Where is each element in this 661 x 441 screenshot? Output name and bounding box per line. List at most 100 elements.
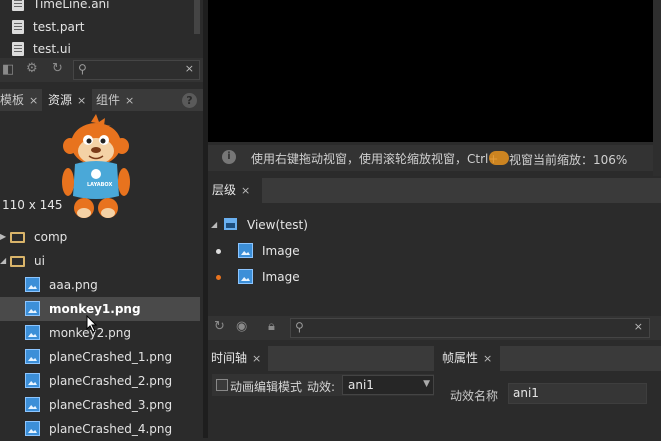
effect-name-label: 动效名称 [450,389,499,403]
image-node-icon [238,269,253,284]
image-file-icon [25,325,40,340]
image-size-label: 110 x 145 [2,198,63,212]
list-item[interactable]: aaa.png [0,273,200,297]
scrollbar[interactable] [194,0,200,34]
asset-tree: ▶ comp ◢ ui aaa.png monkey1.png monkey2.… [0,225,203,438]
tab-label: 组件 [96,93,121,107]
folder-name: ui [34,254,45,268]
timeline-tabbar: 时间轴 × [208,346,434,371]
hierarchy-tabbar: 层级 × [208,178,661,203]
file-name: test.part [33,20,85,34]
timeline-options: 动画编辑模式 动效: ani1 ▼ [212,374,434,396]
tab-components[interactable]: 组件 × [96,89,134,111]
orange-cursor-highlight [489,151,509,165]
effect-label: 动效: [307,380,336,394]
clear-search-button[interactable]: × [185,62,194,75]
tree-folder-ui[interactable]: ◢ ui [0,249,200,273]
tab-label: 层级 [212,183,237,197]
gear-icon[interactable]: ⚙ [26,61,38,76]
tab-close-button[interactable]: × [125,94,134,107]
effect-select[interactable]: ani1 ▼ [342,375,434,395]
frame-props-tabbar: 帧属性 × [436,346,661,371]
collapse-icon[interactable]: ◧ [2,62,14,77]
folder-icon [10,232,25,243]
logo-text: LAYABOX [87,182,113,188]
canvas-scrollbar[interactable] [653,0,661,176]
zoom-label: 视窗当前缩放：106% [509,153,628,167]
refresh-icon[interactable]: ↻ [52,61,63,76]
animation-mode-label: 动画编辑模式 [230,380,303,394]
top-file-list: TimeLine.ani test.part test.ui [0,0,195,58]
visibility-dot[interactable] [216,275,221,280]
canvas-status-bar: i 使用右键拖动视窗，使用滚轮缩放视窗，Ctrl+ 视窗当前缩放：106% [208,145,653,171]
canvas-hint-text: 使用右键拖动视窗，使用滚轮缩放视窗，Ctrl+ [251,152,499,166]
hierarchy-node[interactable]: Image [208,266,648,288]
tab-frame-properties[interactable]: 帧属性 × [436,346,500,371]
chevron-down-icon[interactable]: ◢ [211,214,217,236]
list-item[interactable]: planeCrashed_3.png [0,393,200,417]
visibility-dot[interactable] [216,249,221,254]
animation-mode-checkbox[interactable] [216,379,228,391]
image-file-icon [25,421,40,436]
search-icon: ⚲ [295,320,304,334]
effect-name-input[interactable]: ani1 [508,383,647,404]
tab-close-button[interactable]: × [29,94,38,107]
tab-timeline[interactable]: 时间轴 × [208,346,268,371]
tab-resources[interactable]: 资源 × [42,89,93,111]
effect-name-value: ani1 [513,386,539,400]
list-item[interactable]: planeCrashed_2.png [0,369,200,393]
list-item[interactable]: planeCrashed_1.png [0,345,200,369]
image-file-icon [25,277,40,292]
scene-canvas[interactable] [208,0,653,142]
file-name: TimeLine.ani [33,0,110,11]
asset-preview: LAYABOX 110 x 145 [0,111,203,223]
node-name: Image [262,270,300,284]
clear-search-button[interactable]: × [634,320,643,333]
chevron-right-icon[interactable]: ▶ [0,225,6,249]
frame-properties-panel: 帧属性 × 动效名称 ani1 [436,346,661,438]
node-name: View(test) [247,218,308,232]
lock-icon[interactable]: 🔒︎ [268,319,275,334]
tab-close-button[interactable]: × [252,352,261,365]
hierarchy-root[interactable]: ◢ View(test) [208,214,648,236]
list-item[interactable]: TimeLine.ani [0,0,200,16]
search-input[interactable]: ⚲ × [290,318,650,338]
info-icon: i [222,150,236,164]
hierarchy-toolbar: ↻ ◉ 🔒︎ ⚲ × [208,316,661,340]
left-tabbar: 模板 × 资源 × 组件 × ? [0,89,203,111]
search-input[interactable]: ⚲ × [73,60,200,80]
document-icon [12,0,24,11]
search-icon: ⚲ [78,62,87,76]
chevron-down-icon[interactable]: ◢ [0,249,6,273]
eye-icon[interactable]: ◉ [236,319,247,334]
help-icon[interactable]: ? [182,93,197,108]
asset-name: planeCrashed_1.png [49,350,173,364]
list-item[interactable]: monkey2.png [0,321,200,345]
list-item-selected[interactable]: monkey1.png [0,297,200,321]
image-file-icon [25,373,40,388]
tab-close-button[interactable]: × [241,184,250,197]
asset-name: planeCrashed_2.png [49,374,173,388]
tab-templates[interactable]: 模板 × [0,89,38,111]
folder-name: comp [34,230,68,244]
refresh-icon[interactable]: ↻ [214,319,225,334]
tab-label: 模板 [0,93,25,107]
tab-label: 资源 [48,93,73,107]
tab-hierarchy[interactable]: 层级 × [208,178,262,203]
list-item[interactable]: planeCrashed_4.png [0,417,200,441]
document-icon [12,42,24,56]
asset-name: planeCrashed_4.png [49,422,173,436]
tab-label: 帧属性 [442,351,479,365]
hierarchy-node[interactable]: Image [208,240,648,262]
document-icon [12,20,24,34]
tab-close-button[interactable]: × [483,352,492,365]
tree-folder-comp[interactable]: ▶ comp [0,225,200,249]
list-item[interactable]: test.part [0,15,200,39]
timeline-panel: 时间轴 × 动画编辑模式 动效: ani1 ▼ [208,346,434,438]
hierarchy-panel: 层级 × ◢ View(test) Image Image [208,176,661,313]
image-node-icon [238,243,253,258]
resource-toolbar: ◧ ⚙ ↻ ⚲ × [0,58,203,82]
tab-close-button[interactable]: × [77,94,86,107]
asset-name: aaa.png [49,278,98,292]
open-folder-icon [10,256,25,267]
